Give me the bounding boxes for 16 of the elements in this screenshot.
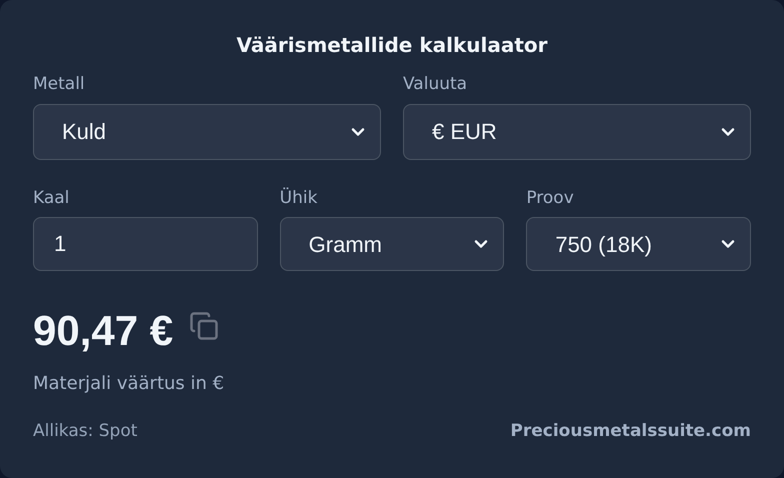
copy-icon[interactable] <box>189 310 220 340</box>
website-link[interactable]: Preciousmetalssuite.com <box>510 419 751 444</box>
weight-input[interactable]: 1 <box>33 217 258 271</box>
dropdown-select[interactable]: Kuld <box>33 104 381 160</box>
field-label: Ühik <box>280 186 318 210</box>
field-label: Proov <box>526 186 575 210</box>
price-value: 90,47 € <box>33 306 174 356</box>
dropdown-select[interactable]: 750 (18K) <box>526 217 751 271</box>
field-label: Valuuta <box>403 73 468 96</box>
calculator-title: Väärismetallide kalkulaator <box>235 32 549 59</box>
price-caption: Materjali väärtus in € <box>33 372 226 396</box>
dropdown-select[interactable]: € EUR <box>403 104 751 160</box>
field-label: Kaal <box>33 186 70 210</box>
source-text: Allikas: Spot <box>33 420 138 443</box>
field-label: Metall <box>33 73 86 96</box>
dropdown-select[interactable]: Gramm <box>280 217 504 271</box>
